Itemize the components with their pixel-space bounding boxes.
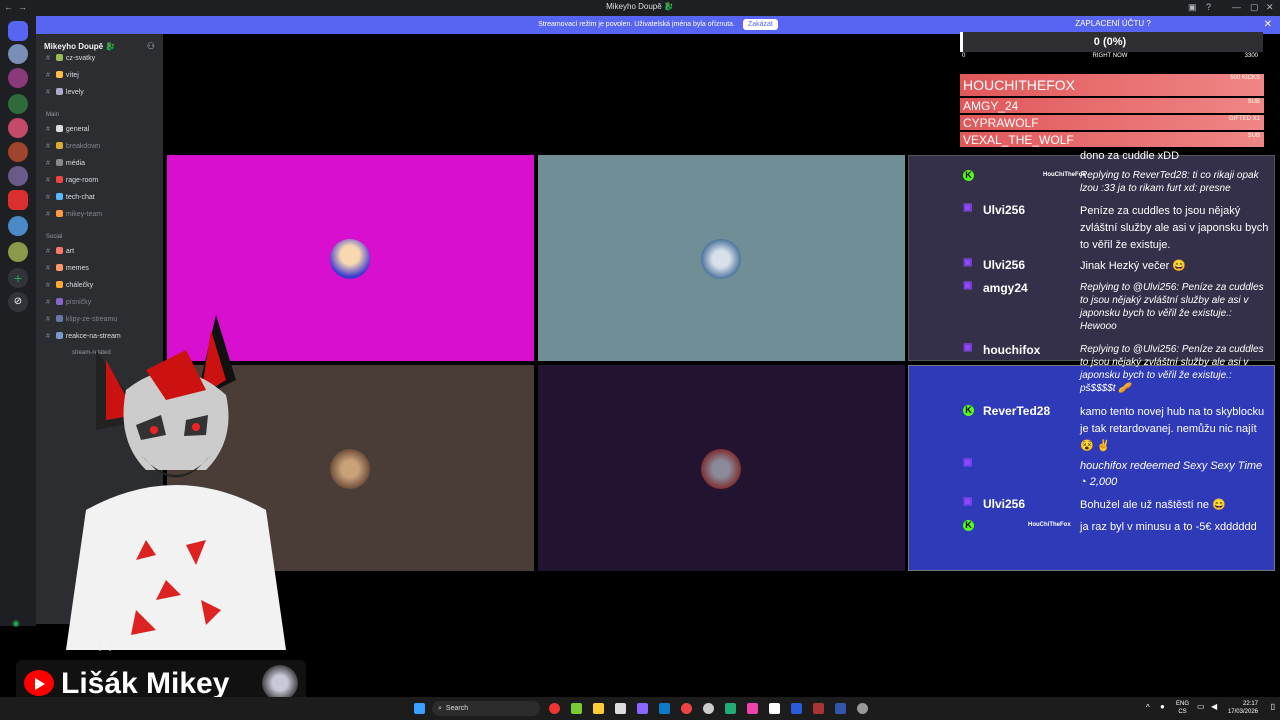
channel-item[interactable]: # mikey-team [46,210,102,218]
video-tile[interactable] [538,155,905,361]
microphone-icon[interactable]: ● [1160,702,1165,711]
banner-text: Streamovací režim je povolen. Uživatelsk… [538,21,735,28]
tray-chevron-icon[interactable]: ^ [1146,703,1150,712]
channel-item[interactable]: # art [46,247,74,255]
category-main[interactable]: Main [46,112,59,118]
goal-value: 0 (0%) [1093,36,1127,48]
goal-max: 3300 [1244,53,1258,59]
leaderboard-row: HOUCHITHEFOX 500 KICKS [960,74,1264,96]
chat-overlay: dono za cuddle xDD K HouChiTheFox Replyi… [908,150,1275,571]
language-indicator[interactable]: ENG CS [1176,700,1189,716]
window-title: Mikeyho Doupě 🐉 [606,2,674,11]
participant-avatar [701,239,741,279]
voice-connected-icon[interactable]: ◉ [12,618,20,629]
video-tile[interactable] [538,365,905,571]
twitch-icon: ▣ [963,496,973,507]
server-icon[interactable] [8,68,28,88]
channel-item[interactable]: # písničky [46,298,91,306]
network-icon[interactable]: ▭ [1197,702,1205,711]
twitch-icon: ▣ [963,257,973,268]
twitch-icon: ▣ [963,342,973,353]
channel-item[interactable]: # memes [46,264,89,272]
app-icon[interactable] [659,703,670,714]
channel-item[interactable]: # média [46,159,85,167]
app-icon[interactable] [703,703,714,714]
channel-item[interactable]: # tech-chat [46,193,95,201]
channel-item[interactable]: # rage-room [46,176,98,184]
app-icon[interactable] [615,703,626,714]
app-icon[interactable] [791,703,802,714]
close-window-icon[interactable]: ✕ [1266,2,1274,13]
kick-icon: K [963,405,974,416]
goal-label: ZAPLACENÍ ÚČTU ? [1075,19,1151,28]
app-icon[interactable] [813,703,824,714]
twitch-icon: ▣ [963,457,973,468]
server-icon[interactable] [8,166,28,186]
server-icon[interactable] [8,190,28,210]
app-icon[interactable] [549,703,560,714]
channel-item[interactable]: # levely [46,88,84,96]
twitch-icon: ▣ [963,280,973,291]
channel-item[interactable]: # breakdown [46,142,100,150]
server-icon[interactable] [8,242,28,262]
search-icon: ⌕ [438,705,442,712]
discord-home-icon[interactable] [8,21,28,41]
twitch-icon: ▣ [963,202,973,213]
back-icon[interactable]: ← [4,2,13,12]
kick-icon: K [963,520,974,531]
participant-avatar [701,449,741,489]
file-explorer-icon[interactable] [593,703,604,714]
goal-now-label: RIGHT NOW [1092,53,1128,59]
streamer-name: Lišák Mikey [61,667,230,700]
youtube-icon [24,670,54,696]
discover-icon[interactable]: ⊘ [8,292,28,312]
start-icon[interactable] [414,703,425,714]
server-icon[interactable] [8,118,28,138]
settings-icon[interactable] [857,703,868,714]
participant-avatar [330,449,370,489]
server-icon[interactable] [8,94,28,114]
add-server-icon[interactable]: + [8,268,28,288]
windows-taskbar: ⌕ Search ^ ● ENG CS ▭ ◀ 22:17 17/03/2026 ▯ [0,697,1280,720]
volume-icon[interactable]: ◀ [1211,702,1217,711]
channel-item[interactable]: # chálečky [46,281,93,289]
minimize-icon[interactable]: — [1232,2,1241,12]
steam-icon[interactable] [835,703,846,714]
channel-item[interactable]: # cz-svatky [46,54,95,62]
server-rail: + ⊘ [0,16,36,626]
forward-icon[interactable]: → [18,2,27,12]
notifications-icon[interactable]: ▯ [1271,702,1275,711]
streamer-logo [262,665,298,701]
taskbar-search[interactable]: ⌕ Search [432,701,540,716]
leaderboard-row: AMGY_24 SUB [960,98,1264,113]
app-icon[interactable] [725,703,736,714]
category-social[interactable]: Social [46,234,62,240]
server-icon[interactable] [8,142,28,162]
leaderboard-row: VEXAL_THE_WOLF SUB [960,132,1264,147]
soundboard-icon[interactable]: ⋮⋮ [95,642,115,653]
app-icon[interactable] [681,703,692,714]
app-icon[interactable] [747,703,758,714]
goal-overlay: ZAPLACENÍ ÚČTU ? 0 (0%) 0 RIGHT NOW 3300… [960,16,1266,156]
inbox-icon[interactable]: ▣ [1188,2,1197,13]
server-icon[interactable] [8,44,28,64]
maximize-icon[interactable]: ▢ [1250,2,1259,13]
kick-icon: K [963,170,974,181]
user-voice-panel: ◉ ⋮⋮ [10,614,160,660]
app-icon[interactable] [571,703,582,714]
app-icon[interactable] [637,703,648,714]
disable-streamer-mode-button[interactable]: Zakázat [742,19,778,30]
add-member-icon[interactable]: ⚇ [147,41,155,52]
help-icon[interactable]: ? [1206,2,1211,12]
notion-icon[interactable] [769,703,780,714]
title-bar: Mikeyho Doupě 🐉 ← → ▣ ? — ▢ ✕ [0,0,1280,16]
server-icon[interactable] [8,216,28,236]
server-name[interactable]: Mikeyho Doupě 🐉 [44,42,115,51]
taskbar-clock[interactable]: 22:17 17/03/2026 [1228,700,1258,716]
participant-avatar [330,239,370,279]
vtuber-avatar [36,310,316,650]
channel-item[interactable]: # vítej [46,71,79,79]
channel-item[interactable]: # general [46,125,89,133]
leaderboard-row: CYPRAWOLF GIFTED X1 [960,115,1264,130]
